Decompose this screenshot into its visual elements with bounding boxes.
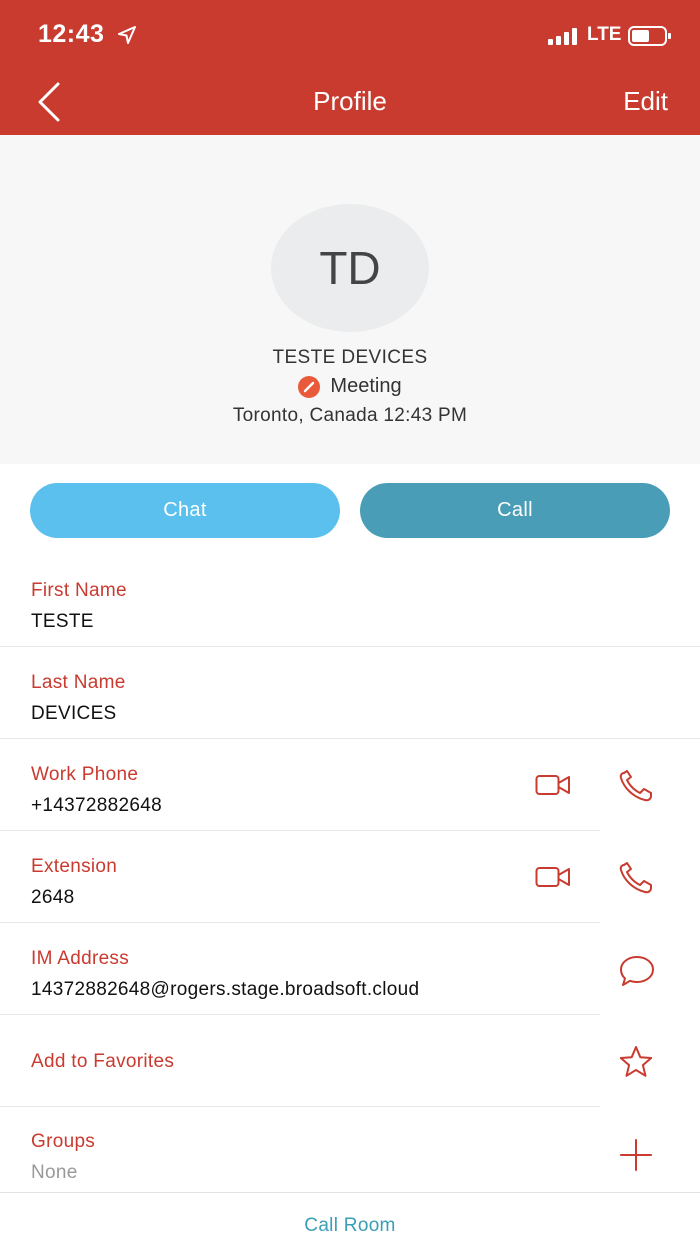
chat-button[interactable]: Chat [30, 483, 340, 538]
video-call-icon[interactable] [535, 865, 571, 889]
groups-value: None [31, 1162, 78, 1183]
last-name-value: DEVICES [31, 703, 117, 724]
extension-value: 2648 [31, 887, 75, 908]
last-name-row: Last Name DEVICES [0, 647, 700, 739]
edit-button[interactable]: Edit [623, 86, 668, 117]
bottom-bar: Call Room [0, 1192, 700, 1244]
groups-row: Groups None [0, 1107, 700, 1192]
extension-label: Extension [31, 856, 118, 877]
im-address-label: IM Address [31, 948, 130, 969]
profile-card: TD TESTE DEVICES Meeting Toronto, Canada… [0, 135, 700, 464]
im-address-value: 14372882648@rogers.stage.broadsoft.cloud [31, 979, 420, 1000]
status-time: 12:43 [38, 20, 105, 48]
add-to-favorites-row[interactable]: Add to Favorites [0, 1015, 700, 1107]
contact-name: TESTE DEVICES [272, 347, 428, 368]
location-arrow-icon [118, 26, 136, 44]
im-address-row: IM Address 14372882648@rogers.stage.broa… [0, 923, 700, 1015]
add-to-favorites-label[interactable]: Add to Favorites [31, 1051, 174, 1073]
avatar: TD [271, 204, 429, 332]
signal-icon [548, 28, 577, 45]
network-type: LTE [587, 24, 622, 45]
battery-icon [628, 26, 671, 46]
extension-row: Extension 2648 [0, 831, 700, 923]
meeting-presence-icon [298, 375, 321, 398]
status-bar: 12:43 LTE [0, 0, 700, 70]
first-name-value: TESTE [31, 611, 94, 632]
chat-bubble-icon[interactable] [618, 954, 656, 988]
groups-label: Groups [31, 1131, 96, 1152]
presence-status: Meeting [0, 375, 700, 398]
add-icon[interactable] [619, 1138, 653, 1172]
phone-icon[interactable] [618, 769, 656, 803]
work-phone-label: Work Phone [31, 764, 139, 785]
avatar-initials: TD [319, 242, 381, 294]
last-name-label: Last Name [31, 672, 126, 693]
app-header: 12:43 LTE Profile Edit [0, 0, 700, 135]
first-name-row: First Name TESTE [0, 555, 700, 647]
star-icon[interactable] [618, 1045, 654, 1079]
first-name-label: First Name [31, 580, 127, 601]
presence-label: Meeting [330, 375, 402, 397]
page-title: Profile [313, 86, 387, 116]
work-phone-value: +14372882648 [31, 795, 162, 816]
work-phone-row: Work Phone +14372882648 [0, 739, 700, 831]
video-call-icon[interactable] [535, 773, 571, 797]
call-button[interactable]: Call [360, 483, 670, 538]
call-room-button[interactable]: Call Room [0, 1215, 700, 1237]
location-time: Toronto, Canada 12:43 PM [232, 405, 468, 426]
phone-icon[interactable] [618, 861, 656, 895]
